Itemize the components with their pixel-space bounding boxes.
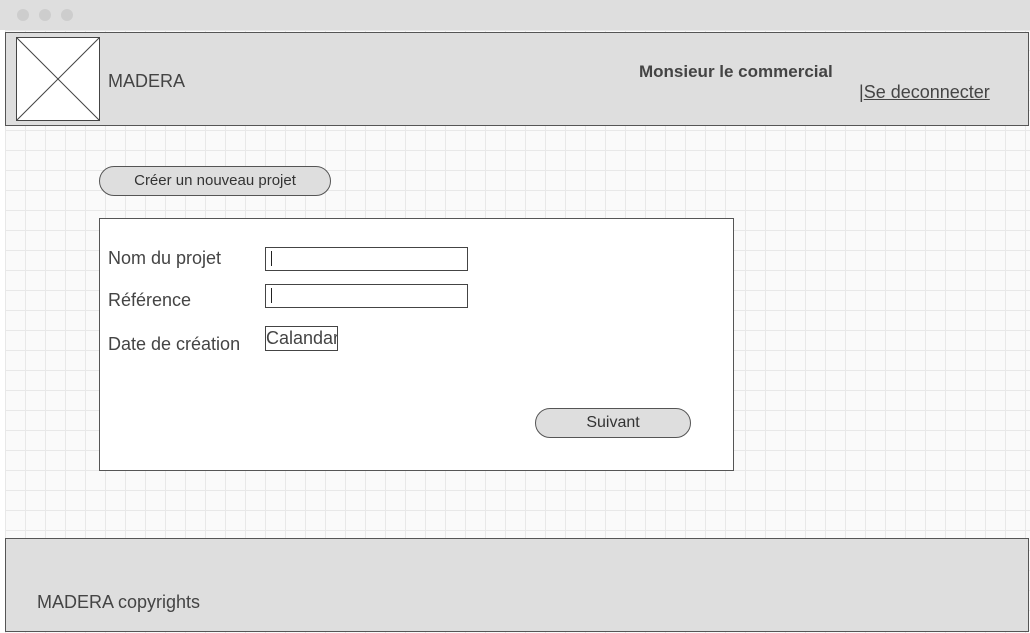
project-name-label: Nom du projet	[108, 248, 222, 268]
brand-name: MADERA	[108, 71, 186, 91]
project-name-input[interactable]	[265, 247, 468, 271]
page-header: MADERA Monsieur le commercial |Se deconn…	[5, 32, 1029, 126]
logout-link[interactable]: Se deconnecter	[864, 82, 990, 102]
new-project-button[interactable]: Créer un nouveau projet	[99, 166, 331, 196]
image-placeholder-icon	[16, 37, 100, 121]
copyright-text: MADERA copyrights	[37, 592, 201, 612]
text-caret	[271, 251, 272, 266]
reference-label: Référence	[108, 290, 192, 310]
maximize-window-icon[interactable]	[61, 9, 73, 21]
window-titlebar	[0, 0, 1030, 30]
close-window-icon[interactable]	[17, 9, 29, 21]
user-name: Monsieur le commercial	[639, 62, 833, 81]
minimize-window-icon[interactable]	[39, 9, 51, 21]
new-project-form: Nom du projet Référence Date de création…	[99, 218, 734, 471]
text-caret	[271, 288, 272, 303]
app-window: MADERA Monsieur le commercial |Se deconn…	[0, 0, 1030, 633]
next-button[interactable]: Suivant	[535, 408, 691, 438]
reference-input[interactable]	[265, 284, 468, 308]
page-footer: MADERA copyrights	[5, 538, 1029, 632]
logout-area: |Se deconnecter	[859, 82, 990, 103]
calendar-picker[interactable]: Calandar	[265, 326, 338, 351]
creation-date-label: Date de création	[108, 334, 241, 354]
